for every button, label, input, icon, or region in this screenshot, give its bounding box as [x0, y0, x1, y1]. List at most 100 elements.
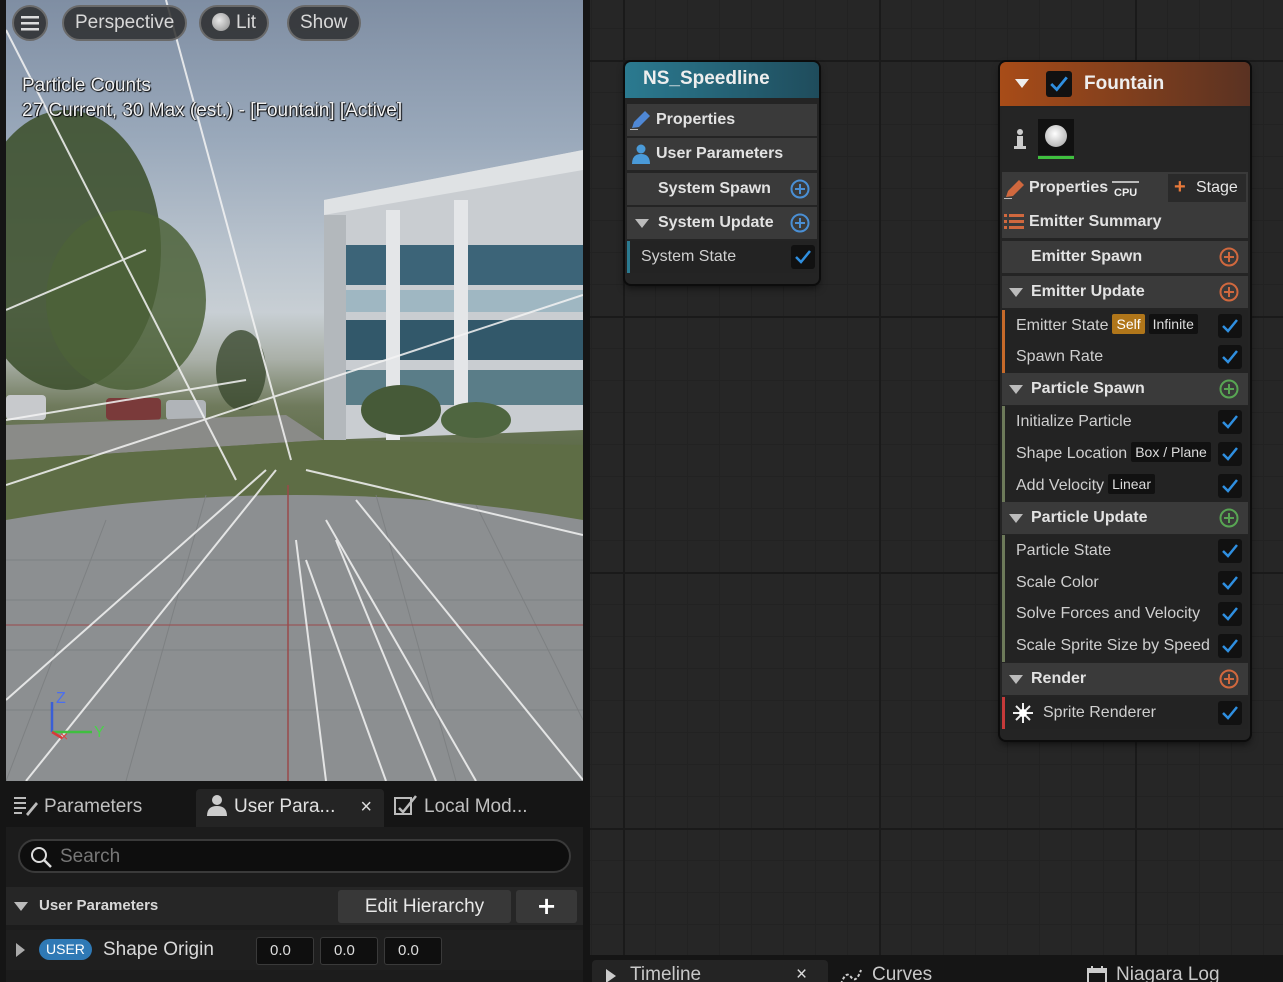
emitter-node[interactable]: Fountain Properties CPU + Stage Emitter …	[1000, 62, 1250, 740]
perspective-button[interactable]: Perspective	[62, 5, 188, 41]
edit-hierarchy-button[interactable]: Edit Hierarchy	[338, 890, 511, 923]
isolate-icon[interactable]	[1012, 128, 1028, 150]
viewport-menu-button[interactable]	[12, 5, 48, 41]
tab-curves[interactable]: Curves	[838, 960, 1038, 982]
user-parameters-icon	[632, 144, 650, 164]
system-node-header[interactable]: NS_Speedline	[625, 62, 819, 98]
linear-tag: Linear	[1108, 474, 1155, 494]
solve-forces-row[interactable]: Solve Forces and Velocity	[1002, 598, 1248, 630]
emitter-update-row[interactable]: Emitter Update	[1002, 276, 1248, 308]
particle-spawn-label: Particle Spawn	[1031, 380, 1145, 397]
add-module-icon[interactable]	[1219, 508, 1239, 528]
preview-viewport[interactable]: Perspective Lit Show Particle Counts 27 …	[6, 0, 583, 781]
system-properties-row[interactable]: Properties	[627, 104, 817, 136]
initialize-particle-row[interactable]: Initialize Particle	[1002, 406, 1248, 438]
tab-user-parameters[interactable]: User Para... ×	[196, 789, 384, 827]
expand-arrow-icon[interactable]	[16, 943, 25, 957]
module-enable-checkbox[interactable]	[1218, 602, 1242, 626]
shape-location-row[interactable]: Shape Location Box / Plane	[1002, 438, 1248, 470]
system-spawn-row[interactable]: System Spawn	[627, 173, 817, 205]
module-enable-checkbox[interactable]	[1218, 314, 1242, 338]
module-enable-checkbox[interactable]	[1218, 442, 1242, 466]
shape-origin-x-field[interactable]: 0.0	[256, 937, 314, 965]
collapse-arrow-icon[interactable]	[1009, 514, 1023, 523]
scale-color-row[interactable]: Scale Color	[1002, 567, 1248, 599]
render-row[interactable]: Render	[1002, 663, 1248, 695]
system-user-parameters-row[interactable]: User Parameters	[627, 138, 817, 170]
emitter-summary-row[interactable]: Emitter Summary	[1002, 206, 1248, 238]
tab-local-modules[interactable]: Local Mod...	[394, 789, 582, 827]
user-parameters-section-header[interactable]: User Parameters Edit Hierarchy +	[6, 887, 583, 925]
tab-close-icon[interactable]: ×	[796, 960, 807, 982]
add-parameter-button[interactable]: +	[516, 890, 577, 923]
module-enable-checkbox[interactable]	[1218, 701, 1242, 725]
show-button[interactable]: Show	[287, 5, 361, 41]
emitter-spawn-label: Emitter Spawn	[1031, 248, 1143, 265]
search-field[interactable]	[18, 839, 571, 873]
add-module-icon[interactable]	[790, 213, 810, 233]
sprite-renderer-label: Sprite Renderer	[1043, 704, 1156, 721]
particle-state-label: Particle State	[1016, 542, 1112, 559]
checkmark-icon	[1222, 350, 1238, 364]
scale-sprite-row[interactable]: Scale Sprite Size by Speed	[1002, 630, 1248, 662]
system-update-row[interactable]: System Update	[627, 207, 817, 239]
shape-origin-y-field[interactable]: 0.0	[320, 937, 378, 965]
collapse-arrow-icon[interactable]	[1009, 675, 1023, 684]
tab-parameters[interactable]: Parameters	[14, 789, 194, 827]
scale-sprite-label: Scale Sprite Size by Speed	[1016, 637, 1210, 654]
collapse-arrow-icon[interactable]	[1015, 79, 1029, 88]
checkmark-icon	[1222, 415, 1238, 429]
add-module-icon[interactable]	[1219, 282, 1239, 302]
particle-spawn-row[interactable]: Particle Spawn	[1002, 373, 1248, 405]
checkmark-icon	[1222, 447, 1238, 461]
lit-sphere-icon	[212, 13, 230, 31]
module-enable-checkbox[interactable]	[791, 245, 815, 269]
particle-state-row[interactable]: Particle State	[1002, 535, 1248, 567]
module-enable-checkbox[interactable]	[1218, 345, 1242, 369]
parameter-row-shape-origin[interactable]: USER Shape Origin 0.0 0.0 0.0	[6, 930, 583, 970]
system-overview-graph[interactable]: NS_Speedline Properties User Parameters …	[590, 0, 1283, 955]
emitter-enable-checkbox[interactable]	[1046, 71, 1072, 97]
module-enable-checkbox[interactable]	[1218, 410, 1242, 434]
collapse-arrow-icon[interactable]	[1009, 288, 1023, 297]
search-input[interactable]	[60, 845, 540, 869]
emitter-thumbnail	[1038, 119, 1074, 159]
checkmark-icon	[1222, 576, 1238, 590]
sprite-burst-icon	[1013, 703, 1033, 723]
particle-update-row[interactable]: Particle Update	[1002, 502, 1248, 534]
shape-origin-z-field[interactable]: 0.0	[384, 937, 442, 965]
sprite-renderer-row[interactable]: Sprite Renderer	[1002, 697, 1248, 729]
emitter-properties-row[interactable]: Properties CPU + Stage	[1002, 172, 1248, 206]
add-module-icon[interactable]	[1219, 379, 1239, 399]
system-node[interactable]: NS_Speedline Properties User Parameters …	[625, 62, 819, 284]
checkmark-icon	[1222, 607, 1238, 621]
lit-button[interactable]: Lit	[199, 5, 270, 41]
collapse-arrow-icon[interactable]	[1009, 385, 1023, 394]
self-tag: Self	[1112, 314, 1145, 334]
system-state-row[interactable]: System State	[627, 241, 817, 273]
axis-x-label: ×	[60, 728, 69, 744]
search-icon	[31, 847, 52, 868]
shape-location-text: Shape Location	[1016, 445, 1128, 462]
emitter-state-row[interactable]: Emitter State Self Infinite	[1002, 310, 1248, 342]
collapse-arrow-icon[interactable]	[635, 219, 649, 228]
add-module-icon[interactable]	[1219, 247, 1239, 267]
tab-timeline[interactable]: Timeline ×	[592, 960, 828, 982]
emitter-spawn-row[interactable]: Emitter Spawn	[1002, 241, 1248, 273]
spawn-rate-row[interactable]: Spawn Rate	[1002, 341, 1248, 373]
emitter-node-header[interactable]: Fountain	[1000, 62, 1250, 106]
tab-niagara-log[interactable]: Niagara Log	[1085, 960, 1283, 982]
add-module-icon[interactable]	[1219, 669, 1239, 689]
module-enable-checkbox[interactable]	[1218, 539, 1242, 563]
module-enable-checkbox[interactable]	[1218, 634, 1242, 658]
collapse-arrow-icon[interactable]	[14, 902, 28, 911]
module-enable-checkbox[interactable]	[1218, 474, 1242, 498]
module-enable-checkbox[interactable]	[1218, 571, 1242, 595]
add-module-icon[interactable]	[790, 179, 810, 199]
checkmark-icon	[1222, 639, 1238, 653]
add-velocity-row[interactable]: Add Velocity Linear	[1002, 470, 1248, 502]
tab-user-parameters-label: User Para...	[234, 796, 336, 817]
tab-close-icon[interactable]: ×	[360, 789, 372, 825]
perspective-label: Perspective	[75, 12, 175, 33]
add-stage-button[interactable]: + Stage	[1168, 174, 1246, 202]
